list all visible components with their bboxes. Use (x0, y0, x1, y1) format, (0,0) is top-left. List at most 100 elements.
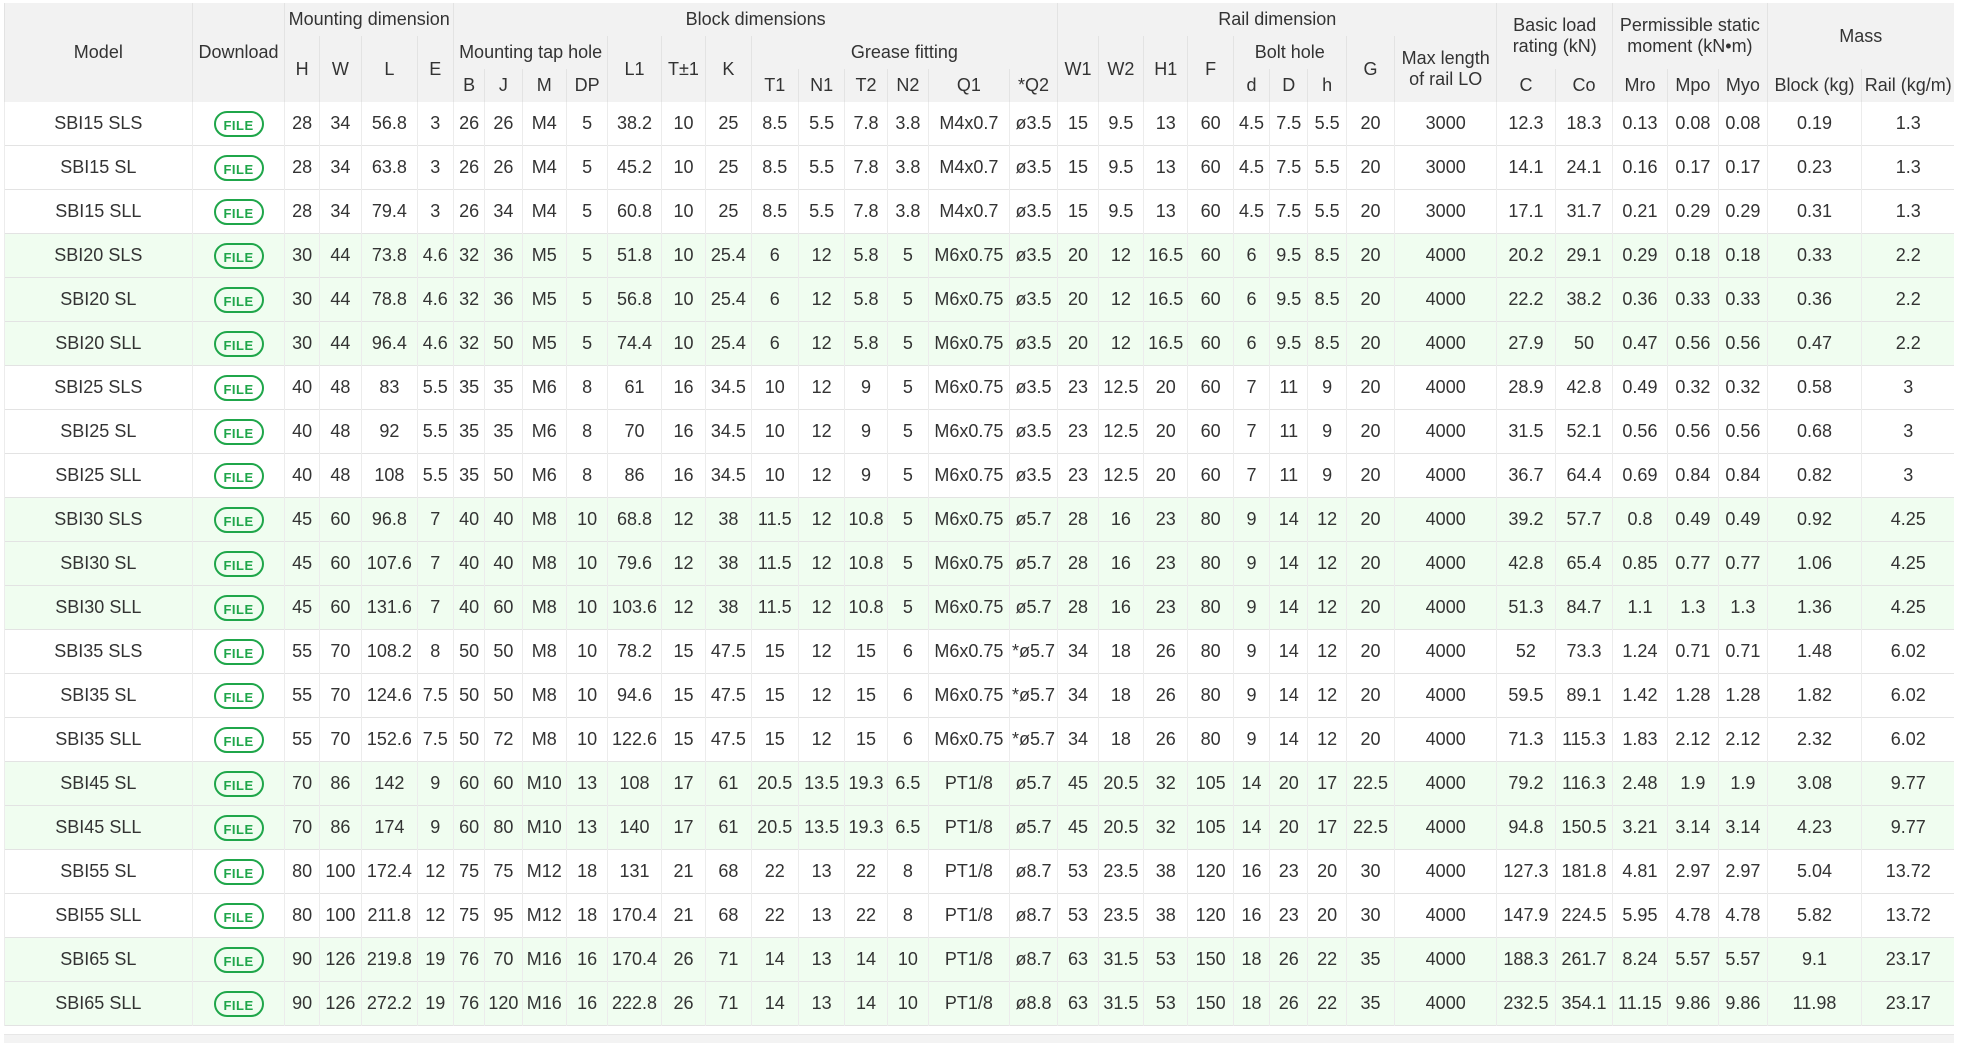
file-download-button[interactable]: FILE (213, 946, 264, 973)
cell-value: 40 (284, 409, 320, 454)
cell-value: M5 (521, 233, 567, 278)
cell-value: 0.33 (1766, 233, 1862, 278)
file-download-button[interactable]: FILE (213, 462, 264, 489)
file-download-button[interactable]: FILE (213, 990, 264, 1017)
cell-value: 6 (750, 321, 799, 366)
cell-value: 60 (1187, 277, 1234, 322)
file-download-button[interactable]: FILE (213, 858, 264, 885)
cell-value: 75 (484, 849, 523, 894)
cell-value: 4000 (1394, 585, 1497, 630)
cell-value: 0.33 (1718, 277, 1768, 322)
cell-value: M6 (521, 365, 567, 410)
cell-value: 28 (284, 189, 320, 234)
cell-value: 5.5 (1307, 145, 1347, 190)
cell-value: M8 (521, 673, 567, 718)
cell-value: 19 (416, 981, 454, 1026)
cell-value: PT1/8 (928, 981, 1010, 1026)
cell-value: 16 (1097, 497, 1144, 542)
cell-value: 45 (284, 541, 320, 586)
cell-value: 20 (1143, 409, 1188, 454)
col-T1: T1 (750, 69, 799, 102)
cell-value: 14 (1269, 673, 1308, 718)
cell-value: 0.32 (1666, 365, 1719, 410)
cell-value: 22 (1307, 981, 1347, 1026)
file-download-button[interactable]: FILE (213, 594, 264, 621)
file-download-button[interactable]: FILE (213, 374, 264, 401)
cell-value: 5 (565, 277, 608, 322)
cell-value: 8 (565, 365, 608, 410)
cell-value: 60 (1187, 145, 1234, 190)
cell-value: 12 (416, 849, 454, 894)
file-download-button[interactable]: FILE (213, 814, 264, 841)
col-N2: N2 (886, 69, 929, 102)
cell-value: 4.5 (1232, 145, 1270, 190)
cell-value: 0.58 (1766, 365, 1862, 410)
cell-value: 76 (452, 937, 485, 982)
cell-value: 13 (797, 981, 845, 1026)
file-download-button[interactable]: FILE (213, 550, 264, 577)
cell-value: 50 (484, 673, 523, 718)
cell-value: 96.8 (361, 497, 418, 542)
cell-value: 5 (565, 321, 608, 366)
file-download-button[interactable]: FILE (213, 638, 264, 665)
col-L: L (361, 36, 418, 102)
cell-value: 7 (1232, 409, 1270, 454)
file-download-button[interactable]: FILE (213, 770, 264, 797)
cell-value: 4000 (1394, 849, 1497, 894)
cell-value: 20.5 (750, 761, 799, 806)
horizontal-scrollbar[interactable] (4, 1034, 1954, 1043)
cell-value: 2.97 (1666, 849, 1719, 894)
cell-value: 9 (1232, 629, 1270, 674)
cell-download: FILE (191, 937, 285, 982)
cell-value: 174 (361, 805, 418, 850)
file-download-button[interactable]: FILE (213, 286, 264, 313)
cell-value: 12 (1097, 277, 1144, 322)
cell-value: 5.5 (797, 145, 845, 190)
file-download-button[interactable]: FILE (213, 902, 264, 929)
file-download-button[interactable]: FILE (213, 506, 264, 533)
cell-value: 4.78 (1666, 893, 1719, 938)
cell-value: 30 (1345, 893, 1395, 938)
cell-value: 80 (1187, 629, 1234, 674)
cell-value: 7.5 (416, 717, 454, 762)
cell-value: 7.5 (1269, 145, 1308, 190)
cell-value: 15 (750, 673, 799, 718)
cell-value: 48 (318, 409, 362, 454)
cell-value: 9 (1232, 673, 1270, 718)
cell-value: ø3.5 (1008, 409, 1058, 454)
cell-value: 142 (361, 761, 418, 806)
cell-value: 23 (1269, 893, 1308, 938)
cell-value: 4.23 (1766, 805, 1862, 850)
cell-value: 7 (416, 585, 454, 630)
cell-value: 90 (284, 937, 320, 982)
table-row: SBI35 SLL FILE 55 70 152.6 7.5 50 72 M8 10 122.6 15… (4, 717, 1954, 762)
cell-value: 9.5 (1097, 145, 1144, 190)
cell-value: 18 (565, 893, 608, 938)
cell-value: 18.3 (1554, 102, 1613, 146)
cell-value: 16 (660, 409, 706, 454)
file-download-button[interactable]: FILE (213, 682, 264, 709)
cell-value: 16 (565, 981, 608, 1026)
cell-value: 57.7 (1554, 497, 1613, 542)
cell-value: M12 (521, 893, 567, 938)
file-download-button[interactable]: FILE (213, 110, 264, 137)
cell-value: 12 (660, 541, 706, 586)
cell-value: 0.71 (1666, 629, 1719, 674)
cell-value: 10 (750, 453, 799, 498)
file-download-button[interactable]: FILE (213, 330, 264, 357)
file-download-button[interactable]: FILE (213, 154, 264, 181)
file-download-button[interactable]: FILE (213, 418, 264, 445)
file-download-button[interactable]: FILE (213, 726, 264, 753)
cell-value: 50 (484, 321, 523, 366)
cell-value: 181.8 (1554, 849, 1613, 894)
file-download-button[interactable]: FILE (213, 242, 264, 269)
cell-value: 40 (452, 585, 485, 630)
cell-value: 11 (1269, 453, 1308, 498)
cell-value: 12 (1307, 541, 1347, 586)
cell-value: 0.23 (1766, 145, 1862, 190)
cell-value: 22.5 (1345, 805, 1395, 850)
file-download-button[interactable]: FILE (213, 198, 264, 225)
cell-value: 12 (1307, 629, 1347, 674)
cell-download: FILE (191, 673, 285, 718)
cell-value: 15 (660, 673, 706, 718)
